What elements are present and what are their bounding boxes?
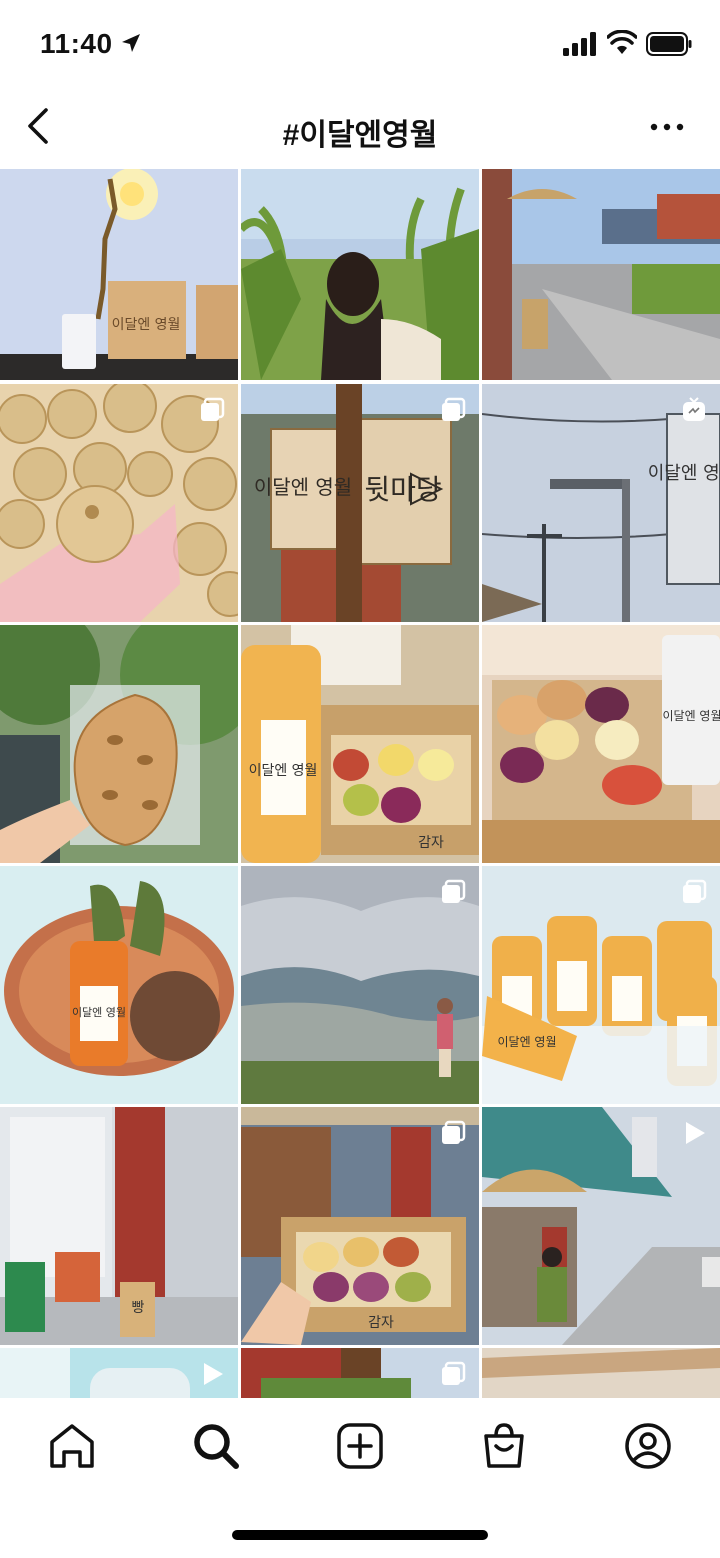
video-icon <box>686 1122 705 1144</box>
post-tile-juice-and-bread-box[interactable]: 이달엔 영월 감자 <box>241 625 479 863</box>
post-tile-street-with-parasol[interactable] <box>482 1107 720 1345</box>
multiple-icon <box>442 1361 466 1385</box>
tile-sign-text: 이달엔 영월 <box>662 709 720 723</box>
hashtag-post-grid: 이달엔 영월 이달엔 영월 뒷마당 이달엔 영 이달엔 영월 감자 이달엔 영월… <box>0 169 720 1399</box>
location-arrow-icon <box>122 34 140 52</box>
post-tile-bread-on-tray[interactable]: 이달엔 영월 <box>482 625 720 863</box>
post-tile-girl-in-cornfield[interactable] <box>241 169 479 407</box>
post-tile-focaccia-bag[interactable] <box>0 625 238 863</box>
post-tile-cafe-partial[interactable] <box>241 1348 479 1399</box>
post-tile-drink-partial[interactable] <box>0 1348 238 1399</box>
tile-sign-text: 이달엔 영월 <box>497 1035 556 1049</box>
post-tile-juice-basket[interactable]: 이달엔 영월 <box>0 866 238 1104</box>
post-tile-potato-bread-bag[interactable] <box>0 384 238 622</box>
box-label-text: 감자 <box>418 835 444 851</box>
back-yard-text: 뒷마당 <box>364 473 441 506</box>
post-tile-shop-front[interactable]: 빵 <box>0 1107 238 1345</box>
more-options-button[interactable] <box>645 112 689 142</box>
tile-sign-text: 이달엔 영월 <box>249 763 318 779</box>
signal-icon <box>563 32 596 56</box>
multiple-icon <box>442 397 466 421</box>
profile-icon[interactable] <box>622 1420 674 1472</box>
status-time: 11:40 <box>40 28 113 59</box>
multiple-icon <box>683 879 707 903</box>
battery-icon <box>646 32 692 56</box>
home-icon[interactable] <box>46 1420 98 1472</box>
video-icon <box>204 1363 223 1385</box>
post-tile-juice-bottles-ice[interactable]: 이달엔 영월 <box>482 866 720 1104</box>
post-tile-lamp-and-cups[interactable]: 이달엔 영월 <box>0 169 238 407</box>
box-label-text: 감자 <box>368 1315 394 1331</box>
header: #이달엔영월 <box>0 88 720 168</box>
post-tile-street-with-shop[interactable] <box>482 169 720 407</box>
post-tile-shop-sign-sky[interactable]: 이달엔 영월 <box>482 384 720 622</box>
tile-sign-text: 이달엔 영월 <box>648 463 720 484</box>
post-tile-back-yard-sign[interactable]: 이달엔 영월 뒷마당 <box>241 384 479 622</box>
bread-sign-text: 빵 <box>132 1300 145 1316</box>
plus-square-icon[interactable] <box>334 1420 386 1472</box>
tile-sign-text: 이달엔 영월 <box>254 475 352 499</box>
search-icon[interactable] <box>190 1420 242 1472</box>
multiple-icon <box>201 397 225 421</box>
post-tile-potato-bread-box[interactable]: 감자 <box>241 1107 479 1345</box>
post-tile-interior-partial[interactable] <box>482 1348 720 1399</box>
wifi-icon <box>607 30 637 54</box>
multiple-icon <box>442 1120 466 1144</box>
tile-sign-text: 이달엔 영월 <box>112 317 181 333</box>
page-title: #이달엔영월 <box>282 119 438 152</box>
multiple-icon <box>442 879 466 903</box>
tile-sign-text: 이달엔 영월 <box>72 1006 126 1019</box>
home-indicator <box>232 1530 488 1540</box>
status-bar: 11:40 <box>0 0 720 88</box>
post-tile-mountain-view[interactable] <box>241 866 479 1104</box>
igtv-icon <box>683 397 705 421</box>
shopping-bag-icon[interactable] <box>478 1420 530 1472</box>
